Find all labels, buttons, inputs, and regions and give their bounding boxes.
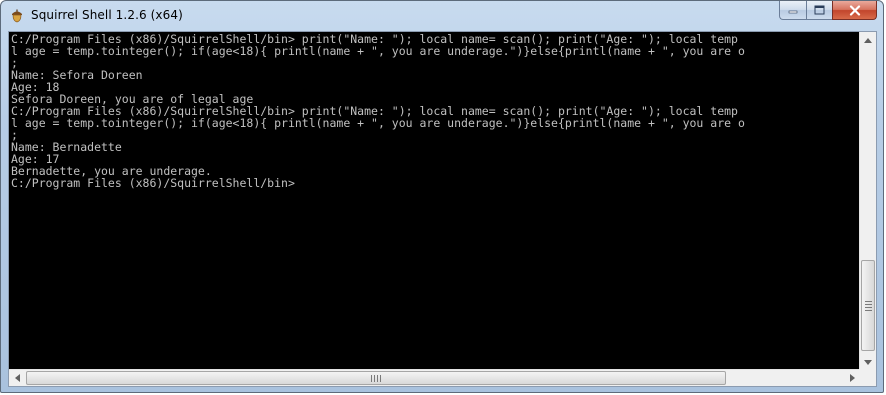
console-line: Name: Sefora Doreen xyxy=(11,68,143,82)
console-text: C:/Program Files (x86)/SquirrelShell/bin… xyxy=(9,32,860,189)
close-button[interactable] xyxy=(832,1,877,20)
arrow-right-icon xyxy=(849,374,855,382)
maximize-icon xyxy=(814,5,825,15)
window-title: Squirrel Shell 1.2.6 (x64) xyxy=(31,8,183,22)
scroll-left-button[interactable] xyxy=(9,370,25,386)
console-line: l age = temp.tointeger(); if(age<18){ pr… xyxy=(11,116,745,130)
scroll-up-button[interactable] xyxy=(860,32,876,48)
grip-icon xyxy=(864,300,872,311)
console-line: ; xyxy=(11,128,18,142)
vertical-scrollbar[interactable] xyxy=(859,32,876,370)
console-line: C:/Program Files (x86)/SquirrelShell/bin… xyxy=(11,176,295,190)
horizontal-scrollbar[interactable] xyxy=(9,369,860,386)
scrollbar-corner xyxy=(859,369,876,386)
console-window: Squirrel Shell 1.2.6 (x64) C:/Program Fi… xyxy=(0,0,884,393)
minimize-icon xyxy=(788,10,798,14)
title-bar[interactable]: Squirrel Shell 1.2.6 (x64) xyxy=(1,1,883,31)
scroll-right-button[interactable] xyxy=(844,370,860,386)
vertical-scroll-thumb[interactable] xyxy=(861,260,875,351)
close-icon xyxy=(849,4,860,16)
arrow-left-icon xyxy=(14,374,20,382)
acorn-icon xyxy=(12,9,22,23)
grip-icon xyxy=(371,374,381,382)
arrow-up-icon xyxy=(864,37,872,43)
arrow-down-icon xyxy=(864,359,872,365)
console-output[interactable]: C:/Program Files (x86)/SquirrelShell/bin… xyxy=(9,32,860,370)
horizontal-scroll-thumb[interactable] xyxy=(26,371,726,385)
client-area: C:/Program Files (x86)/SquirrelShell/bin… xyxy=(8,31,877,387)
scroll-down-button[interactable] xyxy=(860,354,876,370)
caption-buttons xyxy=(779,1,877,20)
console-line: l age = temp.tointeger(); if(age<18){ pr… xyxy=(11,44,745,58)
console-line: Name: Bernadette xyxy=(11,140,122,154)
maximize-button[interactable] xyxy=(806,1,832,20)
minimize-button[interactable] xyxy=(779,1,806,20)
